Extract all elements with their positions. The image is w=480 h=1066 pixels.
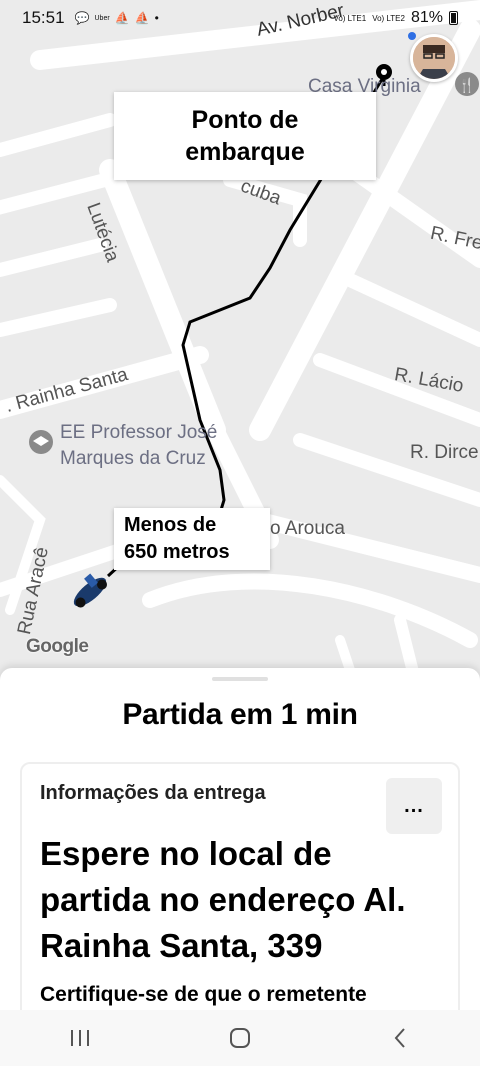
home-button[interactable] (210, 1018, 270, 1058)
back-icon (394, 1028, 405, 1048)
recent-apps-button[interactable] (50, 1018, 110, 1058)
street-label-arouca: o Arouca (270, 518, 345, 539)
profile-avatar[interactable] (410, 34, 458, 82)
boat-icon: ⛵ (134, 11, 150, 25)
boat-icon: ⛵ (114, 11, 130, 25)
pickup-instruction: Espere no local de partida no endereço A… (40, 835, 406, 964)
sender-note: Certifique-se de que o remetente (40, 983, 367, 1006)
home-icon (230, 1028, 250, 1048)
recent-apps-icon (71, 1030, 89, 1046)
trip-bottom-sheet[interactable]: Partida em 1 min Informações da entrega … (0, 668, 480, 1022)
svg-text:🍴: 🍴 (458, 77, 475, 94)
street-label-r-dirce: R. Dirce (410, 442, 479, 463)
person-icon (413, 37, 455, 79)
departure-title: Partida em 1 min (122, 698, 358, 731)
map[interactable]: 🍴 Av. Norber Casa Virginia Lutécia cuba … (0, 0, 480, 690)
distance-callout: Menos de 650 metros (114, 508, 270, 570)
battery-percent: 81% (410, 9, 443, 26)
back-button[interactable] (370, 1018, 430, 1058)
chat-bubble-icon: 💬 (74, 11, 90, 25)
battery-icon (449, 11, 458, 25)
notification-icons: 💬 Uber ⛵ ⛵ • (75, 11, 159, 25)
courier-scooter-icon (73, 573, 108, 608)
status-right: Vo) LTE1 Vo) LTE2 81% (333, 9, 458, 27)
pickup-point-callout: Ponto de embarque (114, 92, 376, 180)
status-time: 15:51 (22, 8, 65, 27)
dot-icon: • (154, 11, 159, 25)
poi-school[interactable]: EE Professor José Marques da Cruz (60, 420, 217, 472)
delivery-info-card: Informações da entrega ... Espere no loc… (20, 762, 460, 1022)
more-options-button[interactable]: ... (386, 778, 442, 834)
sheet-drag-handle[interactable] (212, 677, 268, 681)
sim1-signal-icon: Vo) LTE1 (333, 13, 367, 23)
uber-icon: Uber (94, 14, 110, 22)
system-nav-bar (0, 1010, 480, 1066)
status-bar: 15:51 💬 Uber ⛵ ⛵ • Vo) LTE1 Vo) LTE2 81% (0, 0, 480, 36)
card-heading: Informações da entrega (40, 782, 266, 804)
sim2-signal-icon: Vo) LTE2 (372, 13, 405, 23)
google-logo: Google (26, 636, 89, 657)
